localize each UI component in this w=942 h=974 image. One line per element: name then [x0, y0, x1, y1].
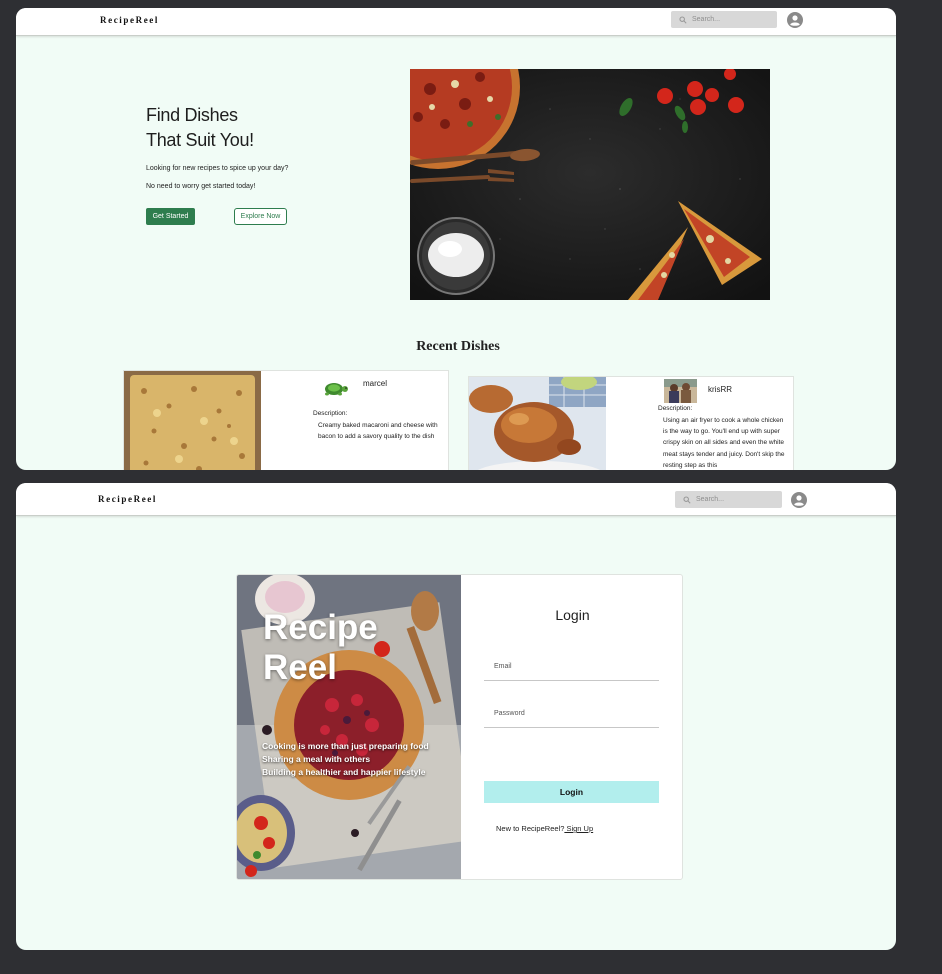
recipe-card[interactable]: krisRR Description: Using an air fryer t… — [468, 376, 794, 470]
hero-pizza-image — [410, 69, 770, 300]
turtle-avatar-icon — [325, 383, 348, 396]
tagline-line-1: Cooking is more than just preparing food — [262, 741, 429, 751]
search-icon — [679, 15, 687, 24]
brand-overlay-title: Recipe Reel — [263, 608, 378, 688]
search-icon — [683, 495, 691, 504]
brand-logo[interactable]: RecipeReel — [98, 494, 157, 504]
recipe-card[interactable]: marcel Description: Creamy baked macaron… — [123, 370, 449, 470]
search-placeholder[interactable]: Search... — [692, 16, 720, 23]
tagline-line-3: Building a healthier and happier lifesty… — [262, 767, 426, 777]
card-author[interactable]: krisRR — [708, 385, 732, 394]
card-description-label: Description: — [313, 410, 348, 417]
search-bar[interactable]: Search... — [675, 491, 782, 508]
login-button[interactable]: Login — [484, 781, 659, 803]
email-field[interactable]: Email — [484, 659, 659, 681]
search-bar[interactable]: Search... — [671, 11, 777, 28]
login-page-frame: RecipeReel Search... Recipe Reel Cooking… — [16, 483, 896, 950]
brand-overlay-line-1: Recipe — [263, 608, 378, 647]
hero-title-line-1: Find Dishes — [146, 105, 238, 125]
hero-subtitle-line-1: Looking for new recipes to spice up your… — [146, 165, 289, 172]
user-avatar-icon[interactable] — [787, 12, 803, 28]
search-placeholder[interactable]: Search... — [696, 496, 724, 503]
roast-chicken-image — [469, 377, 606, 470]
home-page-frame: RecipeReel Search... Find Dishes That Su… — [16, 8, 896, 470]
hero-title-line-2: That Suit You! — [146, 130, 254, 150]
login-heading: Login — [555, 607, 590, 623]
recent-dishes-title: Recent Dishes — [416, 339, 500, 354]
login-card: Recipe Reel Cooking is more than just pr… — [236, 574, 683, 880]
tagline-line-2: Sharing a meal with others — [262, 754, 371, 764]
brand-overlay-line-2: Reel — [263, 648, 337, 687]
explore-now-button[interactable]: Explore Now — [234, 208, 287, 225]
top-nav: RecipeReel Search... — [16, 483, 896, 516]
hero-subtitle-line-2: No need to worry get started today! — [146, 183, 256, 190]
password-field[interactable]: Password — [484, 706, 659, 728]
sign-up-link[interactable]: Sign Up — [564, 824, 593, 833]
card-description-label: Description: — [658, 405, 693, 412]
user-photo-avatar — [664, 379, 697, 403]
card-description: Using an air fryer to cook a whole chick… — [663, 417, 785, 469]
mac-and-cheese-image — [124, 371, 261, 470]
signup-prompt-text: New to RecipeReel? — [496, 824, 565, 833]
card-author[interactable]: marcel — [363, 379, 387, 388]
top-nav: RecipeReel Search... — [16, 8, 896, 36]
brand-logo[interactable]: RecipeReel — [100, 15, 159, 25]
hero-title: Find Dishes That Suit You! — [146, 103, 254, 153]
user-avatar-icon[interactable] — [791, 492, 807, 508]
card-description: Creamy baked macaroni and cheese with ba… — [318, 422, 438, 441]
get-started-button[interactable]: Get Started — [146, 208, 195, 225]
signup-prompt: New to RecipeReel? Sign Up — [496, 824, 593, 833]
